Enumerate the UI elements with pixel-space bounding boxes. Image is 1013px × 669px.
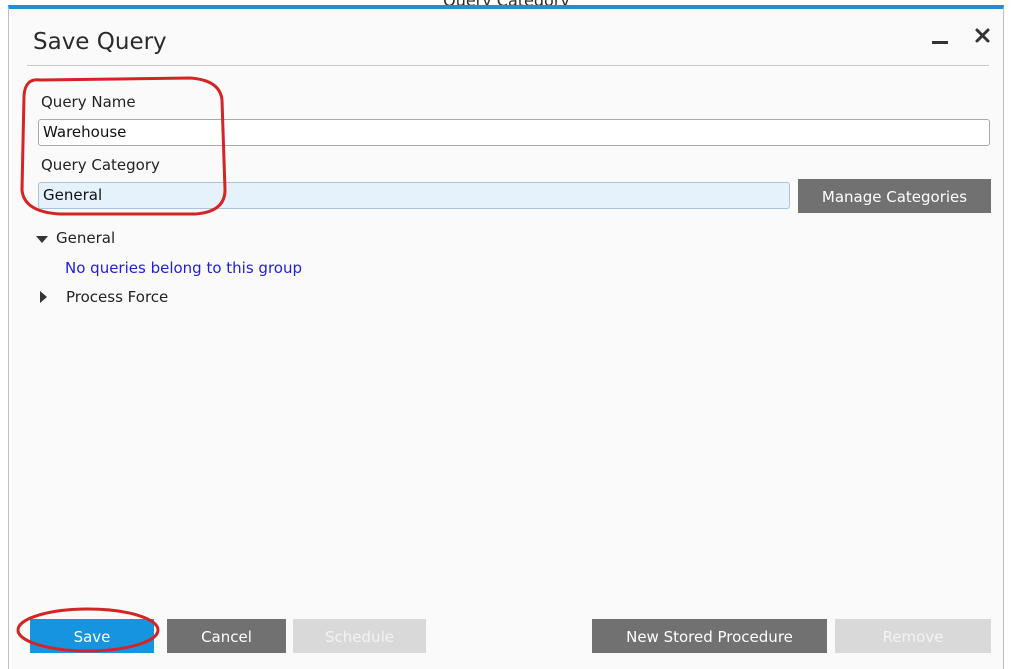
tree-group-process-force[interactable]: Process Force [66,288,168,306]
cancel-button[interactable]: Cancel [167,619,286,653]
schedule-button[interactable]: Schedule [293,619,426,653]
triangle-down-icon[interactable] [36,236,48,243]
manage-categories-button[interactable]: Manage Categories [798,179,991,213]
query-name-input[interactable]: Warehouse [38,119,990,146]
tree-group-general[interactable]: General [56,229,115,247]
minimize-button[interactable] [929,25,951,47]
page: Query Category Save Query Query Name War… [0,0,1013,669]
query-name-label: Query Name [41,93,136,111]
triangle-right-icon[interactable] [40,291,47,303]
save-query-dialog: Save Query Query Name Warehouse Query Ca… [8,5,1004,669]
query-category-label: Query Category [41,156,160,174]
query-category-input[interactable]: General [38,182,790,209]
empty-group-message: No queries belong to this group [65,259,302,277]
titlebar: Save Query [9,9,1003,65]
save-button[interactable]: Save [30,619,154,653]
remove-button[interactable]: Remove [835,619,991,653]
title-separator [27,65,989,66]
close-icon [975,28,990,43]
close-button[interactable] [972,25,994,47]
dialog-title: Save Query [33,29,167,55]
new-stored-procedure-button[interactable]: New Stored Procedure [592,619,827,653]
minimize-icon [932,41,948,44]
